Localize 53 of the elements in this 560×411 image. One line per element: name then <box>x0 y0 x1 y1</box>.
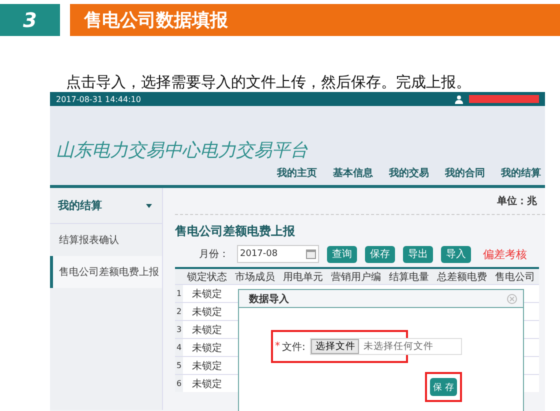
section-number: 3 <box>0 4 60 36</box>
timestamp: 2017-08-31 14:44:10 <box>56 94 142 104</box>
nav-tab[interactable]: 我的合同 <box>445 166 485 180</box>
column-header: 总差额电费 <box>433 268 491 284</box>
nav-tab[interactable]: 基本信息 <box>333 166 373 180</box>
table-cell: 未锁定 <box>183 338 231 356</box>
column-header: 售电公司 <box>491 268 539 284</box>
column-header: 用电单元 <box>279 268 327 284</box>
month-label: 月份： <box>199 248 229 261</box>
action-button[interactable]: 查询 <box>327 246 357 262</box>
instruction-text: 点击导入，选择需要导入的文件上传，然后保存。完成上报。 <box>66 72 472 92</box>
redaction-bar <box>469 95 539 103</box>
row-number: 4 <box>175 338 183 356</box>
column-header: 结算电量 <box>385 268 433 284</box>
row-number: 2 <box>175 302 183 320</box>
month-field[interactable]: 2017-08 <box>237 245 319 263</box>
action-button[interactable]: 导出 <box>403 246 433 262</box>
close-icon[interactable] <box>507 294 517 304</box>
sidebar-item[interactable]: 售电公司差额电费上报 <box>50 256 162 288</box>
table-cell: 未锁定 <box>183 356 231 374</box>
slide-title: 售电公司数据填报 <box>70 4 560 36</box>
sidebar-item[interactable]: 结算报表确认 <box>50 224 162 256</box>
unit-label: 单位：兆 <box>497 194 537 208</box>
required-mark: * <box>275 341 280 352</box>
column-header: 市场成员 <box>231 268 279 284</box>
row-number: 5 <box>175 356 183 374</box>
platform-title: 山东电力交易中心电力交易平台 <box>56 139 309 160</box>
file-status: 未选择任何文件 <box>362 340 434 353</box>
save-button[interactable]: 保 存 <box>430 378 457 396</box>
column-header: 锁定状态 <box>183 268 231 284</box>
action-button[interactable]: 导入 <box>441 246 471 262</box>
choose-file-button[interactable]: 选择文件 <box>311 339 360 354</box>
file-field[interactable]: 选择文件 未选择任何文件 <box>310 338 462 355</box>
column-header: 营销用户编 <box>327 268 385 284</box>
dialog-title: 数据导入 <box>249 292 289 306</box>
calendar-icon[interactable] <box>306 249 316 259</box>
row-number: 1 <box>175 284 183 302</box>
table-cell: 未锁定 <box>183 374 231 392</box>
user-icon <box>455 94 463 104</box>
warning-text: 偏差考核 <box>483 246 527 262</box>
action-button[interactable]: 保存 <box>365 246 395 262</box>
row-number: 6 <box>175 374 183 392</box>
caret-icon <box>146 204 152 208</box>
file-label: 文件: <box>282 340 306 354</box>
row-number: 3 <box>175 320 183 338</box>
nav-tab[interactable]: 我的交易 <box>389 166 429 180</box>
table-cell: 未锁定 <box>183 320 231 338</box>
page-title: 售电公司差额电费上报 <box>175 223 296 240</box>
table-cell: 未锁定 <box>183 302 231 320</box>
sidebar-header[interactable]: 我的结算 <box>58 198 102 213</box>
nav-tab[interactable]: 我的结算 <box>501 166 541 180</box>
table-cell: 未锁定 <box>183 284 231 302</box>
nav-tab[interactable]: 我的主页 <box>277 166 317 180</box>
